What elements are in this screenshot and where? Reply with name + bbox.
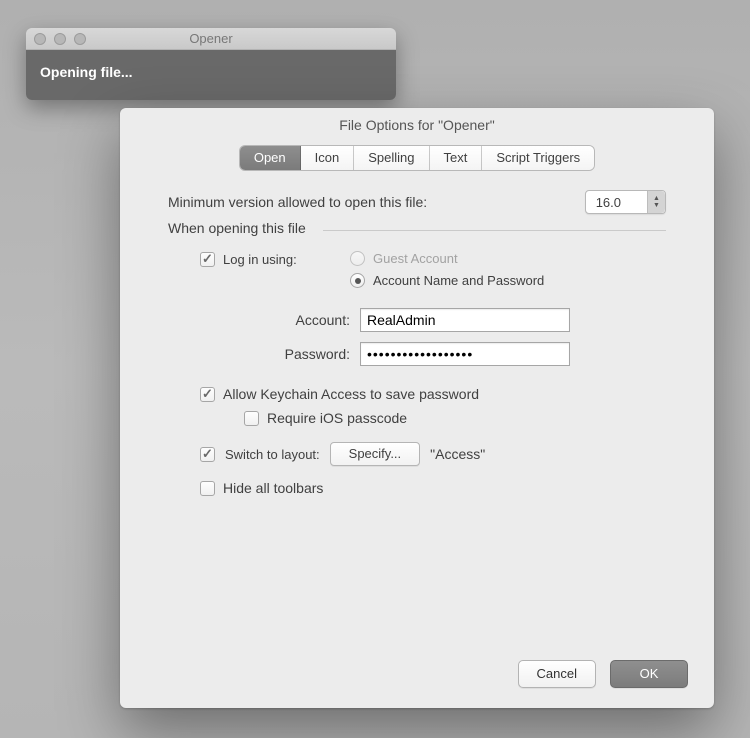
tab-spelling[interactable]: Spelling — [354, 146, 429, 170]
tab-open[interactable]: Open — [240, 146, 301, 170]
cancel-button[interactable]: Cancel — [518, 660, 596, 688]
account-label: Account: — [200, 312, 360, 328]
zoom-icon[interactable] — [74, 33, 86, 45]
close-icon[interactable] — [34, 33, 46, 45]
ios-passcode-checkbox[interactable] — [244, 411, 259, 426]
opener-window: Opener Opening file... — [26, 28, 396, 100]
password-label: Password: — [200, 346, 360, 362]
keychain-label: Allow Keychain Access to save password — [223, 386, 479, 402]
hide-toolbars-checkbox[interactable] — [200, 481, 215, 496]
switch-layout-label: Switch to layout: — [225, 447, 320, 462]
updown-icon: ▲▼ — [647, 191, 665, 213]
tab-text[interactable]: Text — [430, 146, 483, 170]
dialog-title: File Options for "Opener" — [120, 108, 714, 140]
segmented-tabs: Open Icon Spelling Text Script Triggers — [240, 146, 594, 170]
tab-script-triggers[interactable]: Script Triggers — [482, 146, 594, 170]
file-options-dialog: File Options for "Opener" Open Icon Spel… — [120, 108, 714, 708]
password-field[interactable] — [360, 342, 570, 366]
min-version-label: Minimum version allowed to open this fil… — [168, 194, 573, 210]
account-field[interactable] — [360, 308, 570, 332]
opener-window-status: Opening file... — [26, 50, 396, 100]
ios-passcode-label: Require iOS passcode — [267, 410, 407, 426]
min-version-select[interactable]: 16.0 ▲▼ — [585, 190, 666, 214]
minimize-icon[interactable] — [54, 33, 66, 45]
opener-titlebar: Opener — [26, 28, 396, 50]
specify-button[interactable]: Specify... — [330, 442, 421, 466]
ok-button[interactable]: OK — [610, 660, 688, 688]
layout-name-value: "Access" — [430, 446, 485, 462]
switch-layout-checkbox[interactable] — [200, 447, 215, 462]
tabs-container: Open Icon Spelling Text Script Triggers — [148, 146, 686, 170]
guest-account-label: Guest Account — [373, 251, 458, 266]
min-version-value: 16.0 — [586, 195, 647, 210]
login-using-label: Log in using: — [223, 252, 297, 267]
opener-window-title: Opener — [34, 31, 388, 46]
guest-account-radio[interactable] — [350, 251, 365, 266]
login-using-checkbox[interactable] — [200, 252, 215, 267]
account-password-radio[interactable] — [350, 273, 365, 288]
when-opening-header: When opening this file — [168, 220, 666, 239]
keychain-checkbox[interactable] — [200, 387, 215, 402]
traffic-lights — [34, 33, 86, 45]
hide-toolbars-label: Hide all toolbars — [223, 480, 323, 496]
tab-icon[interactable]: Icon — [301, 146, 355, 170]
account-password-label: Account Name and Password — [373, 273, 544, 288]
